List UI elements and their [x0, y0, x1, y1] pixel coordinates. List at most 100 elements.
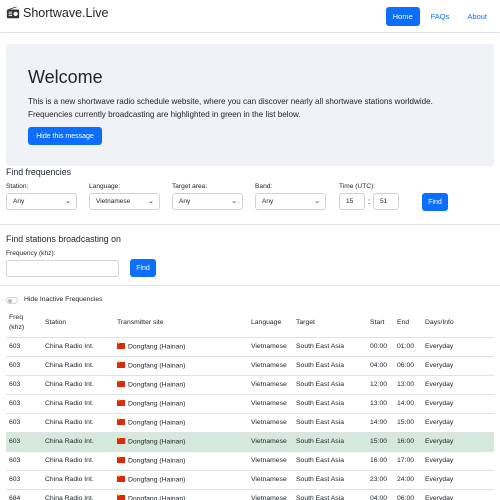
- cell-end: 14:00: [394, 394, 422, 414]
- transmitter-site-text: Dongfang (Hainan): [128, 400, 186, 408]
- hide-inactive-toggle[interactable]: [6, 297, 18, 304]
- station-select-value: Any: [13, 198, 25, 205]
- cell-start: 14:00: [367, 413, 394, 433]
- cell-freq: 603: [6, 356, 42, 376]
- cell-target: South East Asia: [293, 356, 367, 376]
- nav-about[interactable]: About: [460, 7, 494, 26]
- transmitter-site-text: Dongfang (Hainan): [128, 495, 186, 500]
- time-minute-input[interactable]: 51: [373, 193, 399, 210]
- header-transmitter-site: Transmitter site: [114, 309, 248, 338]
- cell-start: 13:00: [367, 394, 394, 414]
- cell-days-info: Everyday: [422, 470, 494, 490]
- cell-end: 15:00: [394, 413, 422, 433]
- cell-start: 12:00: [367, 375, 394, 395]
- band-select[interactable]: Any ⌄: [255, 193, 326, 210]
- cell-language: Vietnamese: [248, 432, 293, 452]
- nav-home[interactable]: Home: [385, 7, 420, 26]
- cell-language: Vietnamese: [248, 413, 293, 433]
- cell-freq: 603: [6, 432, 42, 452]
- cell-station: China Radio Int.: [42, 451, 114, 471]
- cell-station: China Radio Int.: [42, 413, 114, 433]
- cell-language: Vietnamese: [248, 470, 293, 490]
- band-select-value: Any: [262, 198, 274, 205]
- cell-end: 17:00: [394, 451, 422, 471]
- cell-transmitter-site: Dongfang (Hainan): [114, 489, 248, 500]
- cell-station: China Radio Int.: [42, 375, 114, 395]
- cell-transmitter-site: Dongfang (Hainan): [114, 432, 248, 452]
- cell-station: China Radio Int.: [42, 356, 114, 376]
- frequency-input[interactable]: [6, 260, 119, 277]
- frequency-table: Freq (khz) Station Transmitter site Lang…: [6, 309, 494, 500]
- transmitter-site-text: Dongfang (Hainan): [128, 381, 186, 389]
- table-row: 603China Radio Int. Dongfang (Hainan) Viet…: [6, 337, 494, 357]
- table-row: 603China Radio Int. Dongfang (Hainan) Viet…: [6, 451, 494, 471]
- target-area-select[interactable]: Any ⌄: [172, 193, 243, 210]
- cell-freq: 603: [6, 394, 42, 414]
- transmitter-site-text: Dongfang (Hainan): [128, 457, 186, 465]
- table-row: 603China Radio Int. Dongfang (Hainan) Viet…: [6, 432, 494, 452]
- cell-end: 06:00: [394, 356, 422, 376]
- table-row: 684China Radio Int. Dongfang (Hainan) Viet…: [6, 489, 494, 500]
- header-language: Language: [248, 309, 293, 338]
- cell-transmitter-site: Dongfang (Hainan): [114, 356, 248, 376]
- brand[interactable]: Shortwave.Live: [6, 6, 108, 20]
- cell-language: Vietnamese: [248, 337, 293, 357]
- station-select[interactable]: Any ⌄: [6, 193, 77, 210]
- time-hour-input[interactable]: 15: [339, 193, 365, 210]
- station-label: Station:: [6, 183, 29, 190]
- table-row: 603China Radio Int. Dongfang (Hainan) Viet…: [6, 394, 494, 414]
- nav-faqs[interactable]: FAQs: [424, 7, 457, 26]
- chevron-down-icon: ⌄: [65, 198, 71, 205]
- time-label: Time (UTC):: [339, 183, 376, 190]
- language-select-value: Vietnamese: [96, 198, 131, 205]
- china-flag-icon: [117, 473, 125, 482]
- cell-transmitter-site: Dongfang (Hainan): [114, 337, 248, 357]
- transmitter-site-text: Dongfang (Hainan): [128, 362, 186, 370]
- china-flag-icon: [117, 397, 125, 406]
- header-end: End: [394, 309, 422, 338]
- cell-language: Vietnamese: [248, 394, 293, 414]
- transmitter-site-text: Dongfang (Hainan): [128, 419, 186, 427]
- welcome-title: Welcome: [28, 67, 103, 87]
- radio-icon: [6, 6, 20, 19]
- language-select[interactable]: Vietnamese ⌄: [89, 193, 160, 210]
- section-divider: [0, 285, 500, 286]
- china-flag-icon: [117, 359, 125, 368]
- cell-transmitter-site: Dongfang (Hainan): [114, 375, 248, 395]
- find-frequencies-button[interactable]: Find: [422, 193, 448, 211]
- language-label: Language:: [89, 183, 121, 190]
- cell-target: South East Asia: [293, 432, 367, 452]
- find-stations-button[interactable]: Find: [130, 259, 156, 277]
- chevron-down-icon: ⌄: [148, 198, 154, 205]
- header-target: Target: [293, 309, 367, 338]
- header-start: Start: [367, 309, 394, 338]
- cell-days-info: Everyday: [422, 489, 494, 500]
- chevron-down-icon: ⌄: [314, 198, 320, 205]
- cell-start: 15:00: [367, 432, 394, 452]
- table-row: 603China Radio Int. Dongfang (Hainan) Viet…: [6, 356, 494, 376]
- band-label: Band:: [255, 183, 273, 190]
- cell-start: 04:00: [367, 489, 394, 500]
- chevron-down-icon: ⌄: [231, 198, 237, 205]
- cell-station: China Radio Int.: [42, 470, 114, 490]
- cell-freq: 684: [6, 489, 42, 500]
- header-station: Station: [42, 309, 114, 338]
- target-area-label: Target area:: [172, 183, 208, 190]
- hide-inactive-label: Hide Inactive Frequencies: [24, 296, 103, 303]
- target-area-select-value: Any: [179, 198, 191, 205]
- cell-language: Vietnamese: [248, 375, 293, 395]
- cell-days-info: Everyday: [422, 413, 494, 433]
- china-flag-icon: [117, 454, 125, 463]
- welcome-panel: Welcome This is a new shortwave radio sc…: [6, 44, 494, 166]
- cell-days-info: Everyday: [422, 337, 494, 357]
- transmitter-site-text: Dongfang (Hainan): [128, 343, 186, 351]
- cell-days-info: Everyday: [422, 451, 494, 471]
- table-body: 603China Radio Int.Dongfang (Hainan)Viet…: [6, 337, 494, 500]
- cell-start: 23:00: [367, 470, 394, 490]
- cell-end: 16:00: [394, 432, 422, 452]
- cell-days-info: Everyday: [422, 356, 494, 376]
- cell-target: South East Asia: [293, 413, 367, 433]
- cell-station: China Radio Int.: [42, 432, 114, 452]
- cell-language: Vietnamese: [248, 451, 293, 471]
- hide-message-button[interactable]: Hide this message: [28, 127, 102, 145]
